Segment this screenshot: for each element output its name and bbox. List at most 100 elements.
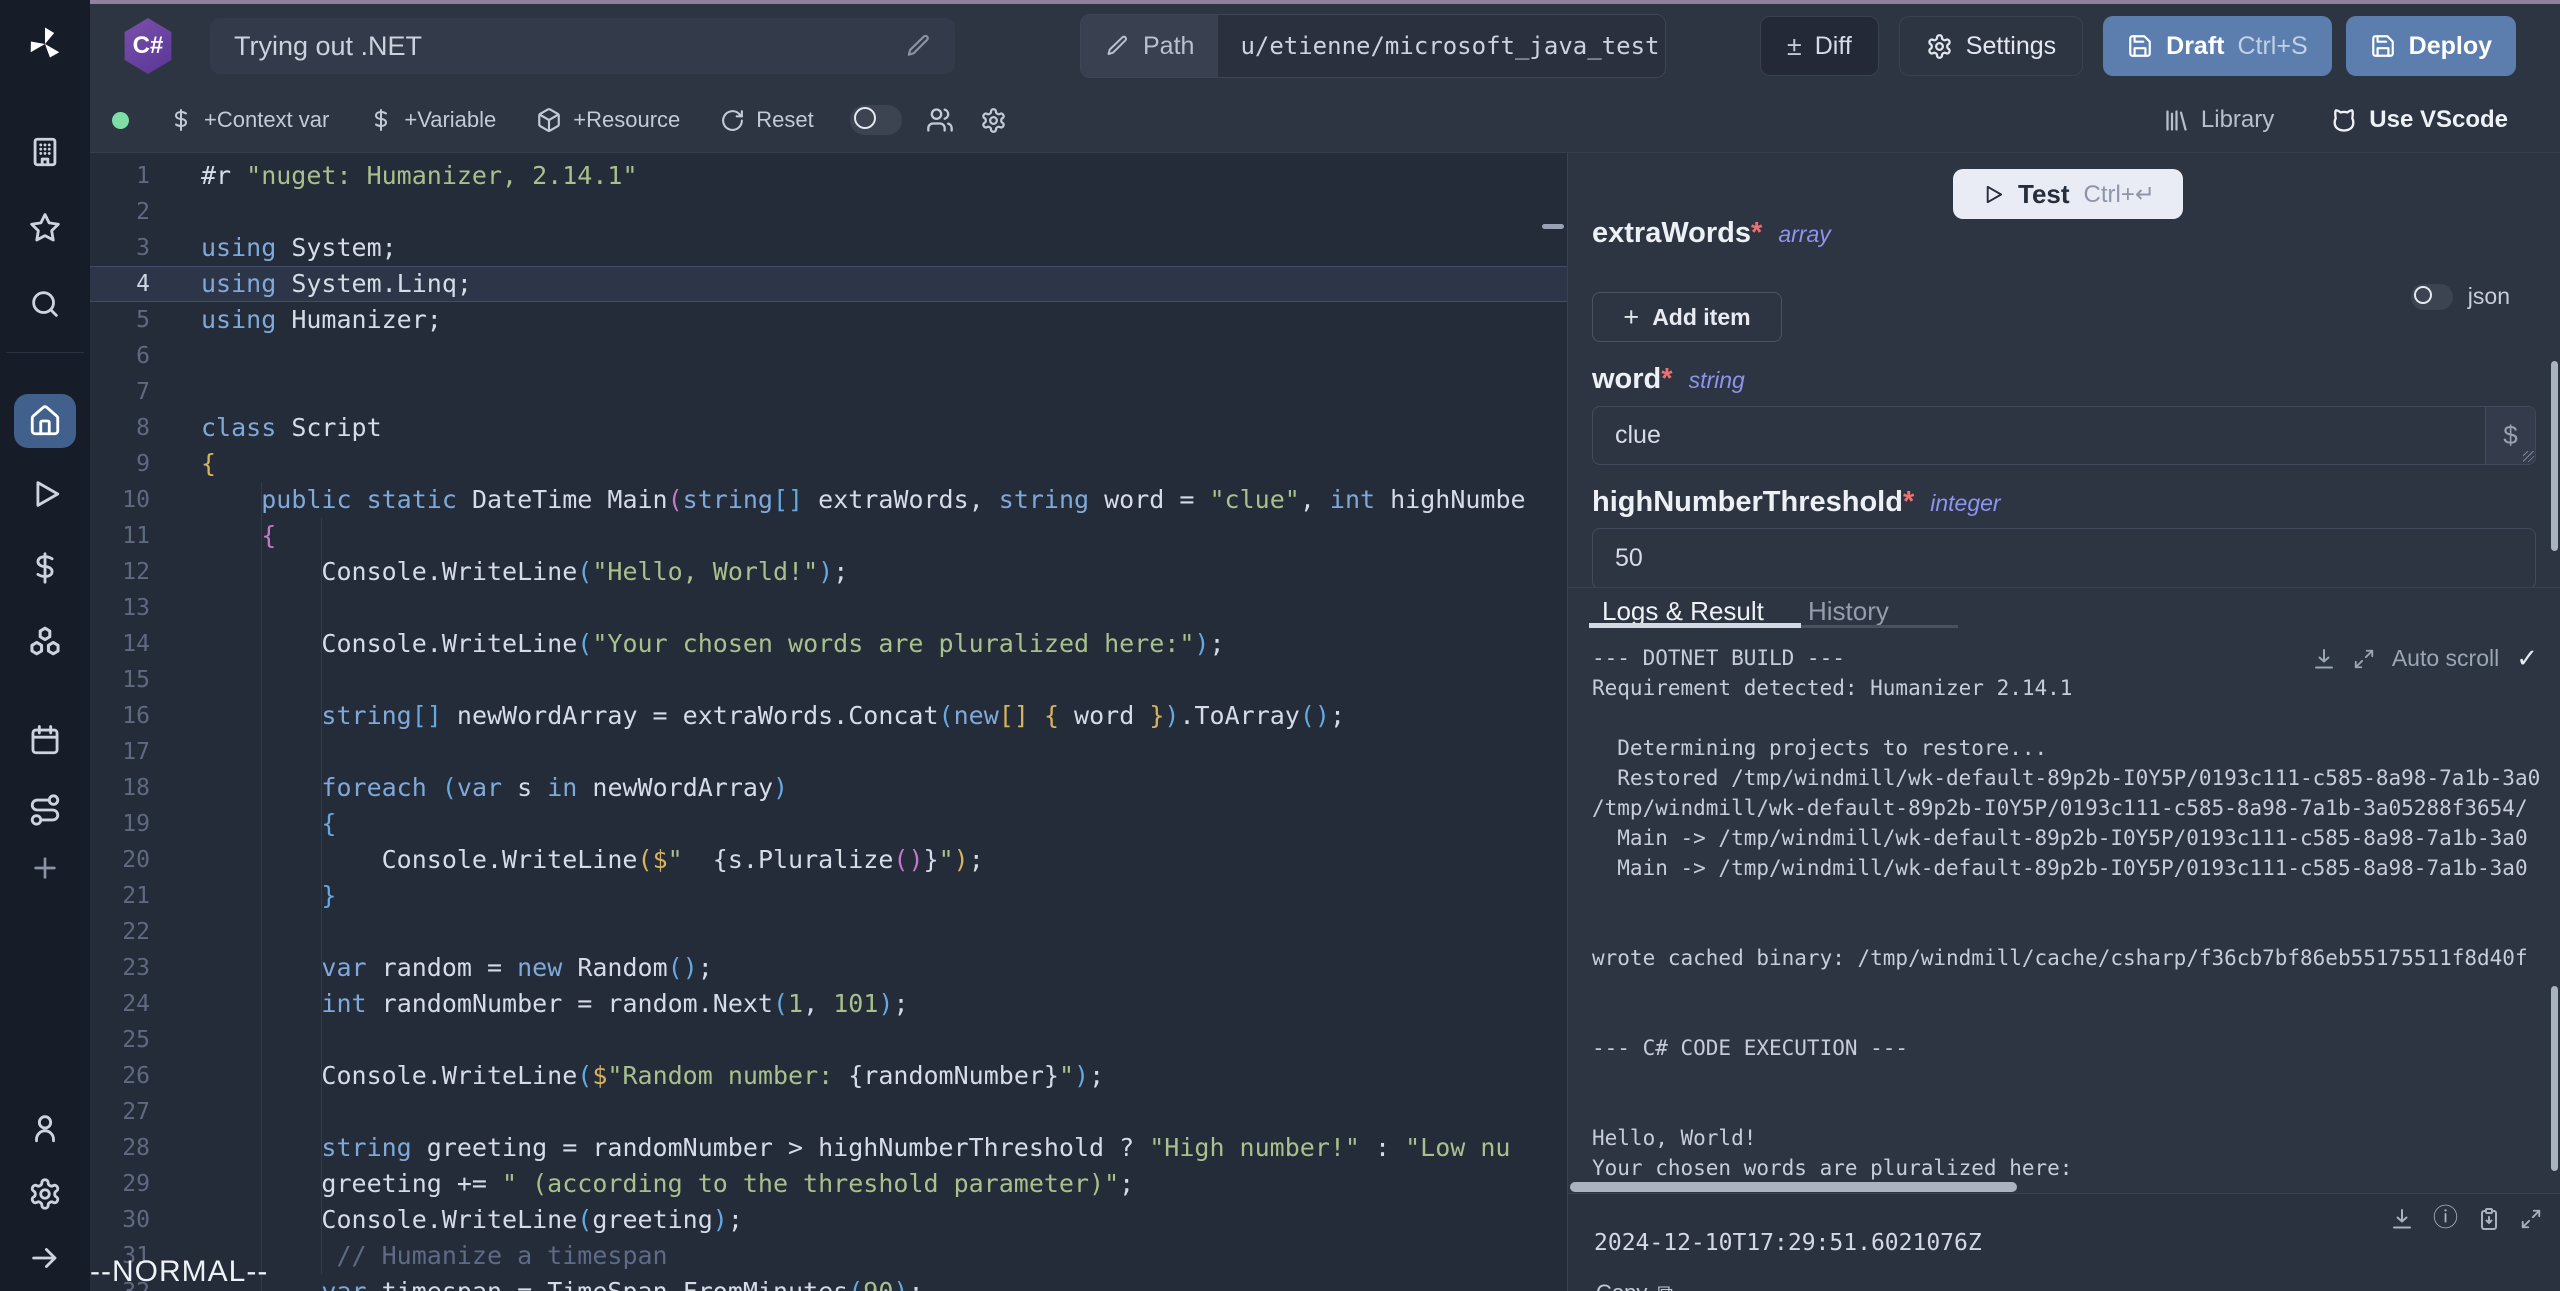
- code-line-28[interactable]: 28 string greeting = randomNumber > high…: [90, 1130, 1568, 1166]
- reset-button[interactable]: Reset: [720, 107, 813, 133]
- tab-history[interactable]: History: [1808, 596, 1889, 627]
- script-title-input[interactable]: Trying out .NET: [210, 18, 955, 74]
- code-line-20[interactable]: 20 Console.WriteLine($" {s.Pluralize()}"…: [90, 842, 1568, 878]
- code-editor[interactable]: 1#r "nuget: Humanizer, 2.14.1"23using Sy…: [90, 152, 1568, 1291]
- code-line-16[interactable]: 16 string[] newWordArray = extraWords.Co…: [90, 698, 1568, 734]
- word-input[interactable]: [1592, 406, 2536, 465]
- settings-button[interactable]: Settings: [1899, 16, 2083, 76]
- code-line-14[interactable]: 14 Console.WriteLine("Your chosen words …: [90, 626, 1568, 662]
- clipboard-icon[interactable]: [2477, 1207, 2501, 1231]
- line-number: 29: [90, 1166, 150, 1202]
- use-vscode-button[interactable]: Use VScode: [2330, 106, 2508, 134]
- schedules-calendar-icon[interactable]: [28, 723, 62, 757]
- code-line-19[interactable]: 19 {: [90, 806, 1568, 842]
- code-line-23[interactable]: 23 var random = new Random();: [90, 950, 1568, 986]
- diff-button[interactable]: ± Diff: [1760, 16, 1879, 76]
- code-line-22[interactable]: 22: [90, 914, 1568, 950]
- code-line-17[interactable]: 17: [90, 734, 1568, 770]
- code-line-6[interactable]: 6: [90, 338, 1568, 374]
- code-line-9[interactable]: 9{: [90, 446, 1568, 482]
- code-line-29[interactable]: 29 greeting += " (according to the thres…: [90, 1166, 1568, 1202]
- line-number: 8: [90, 410, 150, 446]
- code-line-12[interactable]: 12 Console.WriteLine("Hello, World!");: [90, 554, 1568, 590]
- code-line-24[interactable]: 24 int randomNumber = random.Next(1, 101…: [90, 986, 1568, 1022]
- code-line-7[interactable]: 7: [90, 374, 1568, 410]
- code-line-32[interactable]: 32 var timespan = TimeSpan.FromMinutes(9…: [90, 1274, 1568, 1291]
- add-item-label: Add item: [1652, 304, 1750, 331]
- download-logs-icon[interactable]: [2312, 647, 2336, 671]
- flows-route-icon[interactable]: [28, 793, 62, 827]
- search-icon[interactable]: [28, 287, 62, 321]
- log-line: Hello, World!: [1592, 1123, 2560, 1153]
- code-line-13[interactable]: 13: [90, 590, 1568, 626]
- line-number: 4: [90, 266, 150, 302]
- test-button[interactable]: Test Ctrl+↵: [1953, 169, 2183, 219]
- threshold-input[interactable]: [1592, 528, 2536, 589]
- info-icon[interactable]: ⓘ: [2433, 1206, 2458, 1231]
- settings-gear-icon[interactable]: [28, 1177, 62, 1211]
- line-number: 18: [90, 770, 150, 806]
- draft-button[interactable]: Draft Ctrl+S: [2103, 16, 2332, 76]
- logs-scrollbar-thumb[interactable]: [2551, 986, 2558, 1171]
- resources-cubes-icon[interactable]: [27, 624, 63, 660]
- line-number: 15: [90, 662, 150, 698]
- active-tab-underline: [1589, 623, 1801, 628]
- path-label-segment[interactable]: Path: [1081, 15, 1218, 77]
- code-line-4[interactable]: 4using System.Linq;: [90, 266, 1568, 302]
- code-line-21[interactable]: 21 }: [90, 878, 1568, 914]
- line-number: 17: [90, 734, 150, 770]
- code-line-26[interactable]: 26 Console.WriteLine($"Random number: {r…: [90, 1058, 1568, 1094]
- code-line-18[interactable]: 18 foreach (var s in newWordArray): [90, 770, 1568, 806]
- panel-resize-handle[interactable]: [1542, 224, 1564, 229]
- add-plus-icon[interactable]: [29, 852, 61, 884]
- copy-result-button[interactable]: Copy ⧉: [1596, 1280, 1673, 1291]
- code-line-15[interactable]: 15: [90, 662, 1568, 698]
- multiplayer-users-icon[interactable]: [926, 106, 954, 134]
- code-line-25[interactable]: 25: [90, 1022, 1568, 1058]
- logs-output[interactable]: --- DOTNET BUILD ---Requirement detected…: [1568, 631, 2560, 1181]
- line-text: using System.Linq;: [150, 266, 472, 302]
- json-toggle[interactable]: [2411, 284, 2453, 310]
- add-context-var-button[interactable]: +Context var: [169, 107, 329, 133]
- line-text: foreach (var s in newWordArray): [150, 770, 788, 806]
- code-line-2[interactable]: 2: [90, 194, 1568, 230]
- code-line-8[interactable]: 8class Script: [90, 410, 1568, 446]
- expand-logs-icon[interactable]: [2353, 648, 2375, 670]
- line-number: 22: [90, 914, 150, 950]
- code-line-27[interactable]: 27: [90, 1094, 1568, 1130]
- code-line-3[interactable]: 3using System;: [90, 230, 1568, 266]
- code-line-30[interactable]: 30 Console.WriteLine(greeting);: [90, 1202, 1568, 1238]
- code-line-11[interactable]: 11 {: [90, 518, 1568, 554]
- panel-scrollbar-thumb[interactable]: [2551, 361, 2558, 551]
- windmill-logo-icon[interactable]: [23, 22, 67, 66]
- deploy-button[interactable]: Deploy: [2346, 16, 2516, 76]
- add-variable-button[interactable]: +Variable: [369, 107, 496, 133]
- scrollbar-thumb[interactable]: [1570, 1182, 2017, 1192]
- path-chip[interactable]: Path u/etienne/microsoft_java_test: [1080, 14, 1666, 78]
- add-item-button[interactable]: + Add item: [1592, 292, 1782, 342]
- line-number: 28: [90, 1130, 150, 1166]
- code-line-10[interactable]: 10 public static DateTime Main(string[] …: [90, 482, 1568, 518]
- variables-dollar-icon[interactable]: [28, 551, 62, 585]
- line-text: Console.WriteLine("Hello, World!");: [150, 554, 848, 590]
- input-resize-grip[interactable]: [2523, 451, 2534, 462]
- code-line-5[interactable]: 5using Humanizer;: [90, 302, 1568, 338]
- collapse-arrow-icon[interactable]: [28, 1241, 62, 1275]
- workspace-building-icon[interactable]: [28, 135, 62, 169]
- library-button[interactable]: Library: [2163, 106, 2274, 134]
- diff-mode-toggle[interactable]: [850, 105, 902, 135]
- auto-scroll-checkbox[interactable]: ✓: [2516, 643, 2538, 674]
- download-result-icon[interactable]: [2390, 1207, 2414, 1231]
- expand-result-icon[interactable]: [2520, 1208, 2542, 1230]
- editor-settings-gear-icon[interactable]: [980, 107, 1007, 134]
- home-icon[interactable]: [28, 404, 62, 438]
- account-person-icon[interactable]: [28, 1111, 62, 1145]
- line-number: 7: [90, 374, 150, 410]
- code-line-1[interactable]: 1#r "nuget: Humanizer, 2.14.1": [90, 158, 1568, 194]
- edit-title-pencil-icon[interactable]: [905, 33, 931, 59]
- runs-play-icon[interactable]: [28, 477, 62, 511]
- log-line: [1592, 913, 2560, 943]
- code-line-31[interactable]: 31 // Humanize a timespan: [90, 1238, 1568, 1274]
- add-resource-button[interactable]: +Resource: [536, 107, 680, 133]
- favorites-star-icon[interactable]: [28, 211, 62, 245]
